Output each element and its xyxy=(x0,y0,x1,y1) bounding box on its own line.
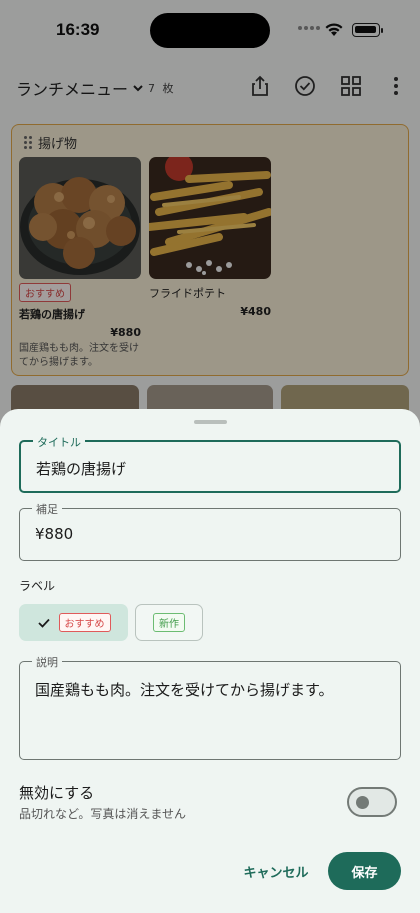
note-field-label: 補足 xyxy=(32,501,62,517)
description-field[interactable]: 説明 国産鶏もも肉。注文を受けてから揚げます。 xyxy=(19,654,401,760)
toggle-knob xyxy=(356,796,369,809)
cancel-button[interactable]: キャンセル xyxy=(234,853,318,889)
labels-heading: ラベル xyxy=(19,579,56,593)
save-button[interactable]: 保存 xyxy=(328,852,401,890)
title-field-value[interactable]: 若鶏の唐揚げ xyxy=(36,458,126,479)
edit-card-sheet: タイトル 若鶏の唐揚げ 補足 ¥880 ラベル おすすめ 新作 説明 国産鶏もも… xyxy=(0,409,420,913)
chip-label: おすすめ xyxy=(58,613,111,632)
disable-title: 無効にする xyxy=(19,784,95,802)
label-chip-recommended[interactable]: おすすめ xyxy=(19,604,128,641)
label-chip-new[interactable]: 新作 xyxy=(135,604,203,641)
title-field-label: タイトル xyxy=(33,434,85,450)
chip-label: 新作 xyxy=(153,613,185,632)
title-field[interactable]: タイトル 若鶏の唐揚げ xyxy=(19,434,401,493)
note-field[interactable]: 補足 ¥880 xyxy=(19,501,401,561)
note-field-value[interactable]: ¥880 xyxy=(35,525,73,543)
disable-toggle[interactable] xyxy=(347,787,397,817)
sheet-drag-handle[interactable] xyxy=(194,420,227,424)
description-field-value[interactable]: 国産鶏もも肉。注文を受けてから揚げます。 xyxy=(35,679,386,700)
description-field-label: 説明 xyxy=(32,654,62,670)
disable-subtitle: 品切れなど。写真は消えません xyxy=(19,807,187,821)
check-icon xyxy=(37,618,50,628)
